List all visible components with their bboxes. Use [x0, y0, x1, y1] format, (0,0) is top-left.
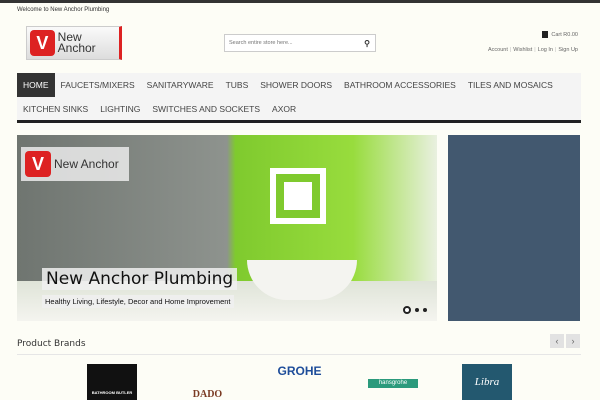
logo-mark-icon: V	[25, 151, 51, 177]
nav-faucets[interactable]: FAUCETS/MIXERS	[55, 73, 141, 97]
brand-label: DADO	[192, 389, 223, 400]
next-arrow-icon[interactable]: ›	[566, 334, 580, 348]
site-logo[interactable]: V New Anchor	[26, 26, 122, 60]
nav-sanitaryware[interactable]: SANITARYWARE	[141, 73, 220, 97]
slide-title: New Anchor Plumbing	[42, 268, 238, 290]
brands-arrows: ‹ ›	[550, 334, 580, 348]
slide-dot-2[interactable]	[415, 308, 419, 312]
slide-logo: V New Anchor	[21, 147, 129, 181]
slider-dots	[403, 306, 427, 314]
slide-dot-3[interactable]	[423, 308, 427, 312]
nav-lighting[interactable]: LIGHTING	[94, 97, 146, 121]
prev-arrow-icon[interactable]: ‹	[550, 334, 564, 348]
brand-label: BATHROOM BUTLER	[91, 390, 133, 395]
brand-label: Libra	[474, 376, 500, 388]
brand-label: GROHE	[277, 364, 322, 378]
account-links: Account | Wishlist | Log In | Sign Up	[487, 47, 578, 53]
brand-dado[interactable]: DADO	[185, 364, 230, 400]
nav-tiles[interactable]: TILES AND MOSAICS	[462, 73, 559, 97]
nav-switches[interactable]: SWITCHES AND SOCKETS	[146, 97, 266, 121]
nav-axor[interactable]: AXOR	[266, 97, 302, 121]
divider	[17, 354, 581, 355]
slide-logo-text: New Anchor	[54, 156, 119, 171]
cart-link[interactable]: Cart R0.00	[542, 31, 578, 38]
nav-kitchen-sinks[interactable]: KITCHEN SINKS	[17, 97, 94, 121]
logo-mark-icon: V	[30, 30, 55, 56]
search-box: ⚲	[224, 34, 376, 52]
search-icon[interactable]: ⚲	[359, 39, 375, 48]
nav-bathroom-accessories[interactable]: BATHROOM ACCESSORIES	[338, 73, 462, 97]
brand-hansgrohe[interactable]: hansgrohe	[368, 379, 418, 388]
cart-label: Cart R0.00	[551, 31, 578, 38]
search-input[interactable]	[229, 40, 359, 46]
brand-label: hansgrohe	[378, 380, 408, 386]
welcome-text: Welcome to New Anchor Plumbing	[17, 7, 110, 13]
nav-shower-doors[interactable]: SHOWER DOORS	[254, 73, 338, 97]
account-link[interactable]: Account	[488, 47, 508, 53]
cart-bag-icon	[542, 31, 549, 38]
logo-text: New Anchor	[57, 30, 96, 55]
wishlist-link[interactable]: Wishlist	[513, 47, 532, 53]
nav-home[interactable]: HOME	[17, 73, 55, 97]
slide-subtitle: Healthy Living, Lifestyle, Decor and Hom…	[42, 295, 234, 308]
main-nav: HOME FAUCETS/MIXERS SANITARYWARE TUBS SH…	[17, 73, 581, 123]
hero-slider[interactable]: V New Anchor New Anchor Plumbing Healthy …	[17, 135, 437, 321]
slide-dot-1[interactable]	[403, 306, 411, 314]
slide-wall-frame	[270, 168, 326, 224]
signup-link[interactable]: Sign Up	[558, 47, 578, 53]
brand-libra[interactable]: Libra	[462, 364, 512, 400]
top-bar	[0, 0, 600, 3]
brand-bathroom-butler[interactable]: BATHROOM BUTLER	[87, 364, 137, 400]
side-banner[interactable]	[448, 135, 580, 321]
login-link[interactable]: Log In	[538, 47, 553, 53]
brands-title: Product Brands	[17, 339, 86, 349]
nav-tubs[interactable]: TUBS	[220, 73, 255, 97]
brand-grohe[interactable]: GROHE	[272, 364, 327, 400]
